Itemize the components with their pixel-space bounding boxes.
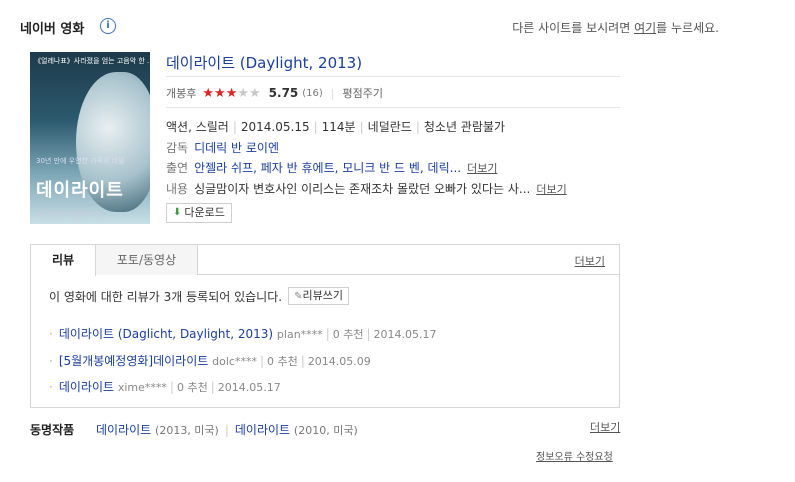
divider bbox=[166, 107, 620, 108]
download-label: 다운로드 bbox=[184, 206, 225, 219]
separator: | bbox=[330, 86, 335, 100]
related-works-label: 동명작품 bbox=[30, 423, 75, 437]
review-more-link[interactable]: 더보기 bbox=[575, 253, 605, 269]
rating-score: 5.75 bbox=[268, 86, 299, 100]
related-work-link[interactable]: 데이라이트 bbox=[96, 423, 151, 437]
cast-link[interactable]: 안젤라 쉬프, 페자 반 휴에트, 모니크 반 드 벤, 데릭... bbox=[194, 161, 461, 175]
review-title-link[interactable]: [5월개봉예정영화]데이라이트 bbox=[59, 354, 208, 368]
poster-tagline: 《얼레나표》사라졌을 엄는 고음악 한 ... bbox=[34, 57, 150, 65]
redirect-here-link[interactable]: 여기 bbox=[634, 21, 656, 35]
rating-stars: ★ ★ ★ ★ ★ bbox=[202, 87, 260, 100]
runtime: 114분 bbox=[321, 120, 356, 134]
related-works-list: 데이라이트 (2013, 미국) | 데이라이트 (2010, 미국) bbox=[96, 423, 358, 437]
redirect-message: 다른 사이트를 보시려면 여기를 누르세요. bbox=[512, 19, 719, 36]
genre-row: 액션, 스릴러 | 2014.05.15 | 114분 | 네덜란드 | 청소년 관람불가 bbox=[166, 120, 505, 134]
release-date: 2014.05.15 bbox=[240, 120, 310, 134]
release-status: 개봉후 bbox=[166, 87, 197, 100]
related-more-link[interactable]: 더보기 bbox=[590, 419, 620, 435]
report-error-link[interactable]: 정보오류 수정요청 bbox=[536, 448, 613, 463]
redirect-msg-prefix: 다른 사이트를 보시려면 bbox=[512, 21, 635, 35]
review-recommend: 0 추천 bbox=[267, 355, 298, 368]
review-date: 2014.05.17 bbox=[217, 381, 281, 394]
review-item: · 데이라이트 (Daglicht, Daylight, 2013) plan**… bbox=[49, 327, 437, 341]
review-date: 2014.05.17 bbox=[373, 328, 437, 341]
cast-more-link[interactable]: 더보기 bbox=[467, 162, 497, 175]
review-user: plan**** bbox=[276, 328, 323, 341]
info-icon[interactable]: i bbox=[100, 18, 116, 34]
star-icon: ★ bbox=[237, 85, 249, 101]
review-title-link[interactable]: 데이라이트 bbox=[59, 380, 114, 394]
page-title: 네이버 영화 bbox=[20, 22, 85, 37]
review-title-link[interactable]: 데이라이트 (Daglicht, Daylight, 2013) bbox=[59, 327, 273, 341]
review-panel: 리뷰 포토/동영상 더보기 이 영화에 대한 리뷰가 3개 등록되어 있습니다.… bbox=[30, 244, 620, 408]
star-icon: ★ bbox=[202, 85, 215, 101]
tab-photo-video[interactable]: 포토/동영상 bbox=[96, 245, 198, 275]
related-work-year: (2010, 미국) bbox=[293, 424, 358, 437]
poster-subtitle: 30년 만에 우연한 가족의 비밀 bbox=[36, 157, 125, 165]
director-row: 감독 디데릭 반 로이엔 bbox=[166, 139, 279, 156]
redirect-msg-suffix: 를 누르세요. bbox=[656, 21, 719, 35]
review-recommend: 0 추천 bbox=[176, 381, 208, 394]
review-recommend: 0 추천 bbox=[332, 328, 364, 341]
director-label: 감독 bbox=[166, 141, 189, 155]
genre: 액션, 스릴러 bbox=[166, 120, 229, 134]
write-review-label: 리뷰쓰기 bbox=[302, 289, 343, 302]
poster-title: 데이라이트 bbox=[36, 180, 124, 201]
rating-count: (16) bbox=[302, 87, 323, 99]
review-item: · [5월개봉예정영화]데이라이트 dolc**** | 0 추천 | 2014.05.0… bbox=[49, 354, 371, 368]
country: 네덜란드 bbox=[367, 120, 412, 134]
related-work-year: (2013, 미국) bbox=[155, 424, 219, 437]
tab-review[interactable]: 리뷰 bbox=[31, 245, 96, 276]
rating-row: 개봉후 ★ ★ ★ ★ ★ 5.75 (16) | 평점주기 bbox=[166, 85, 383, 101]
download-arrow-icon: ⬇ bbox=[173, 207, 182, 218]
related-work-link[interactable]: 데이라이트 bbox=[235, 423, 290, 437]
divider bbox=[166, 76, 620, 77]
poster-bottom-text: 5월 부산국제 영화제 개봉 bbox=[36, 211, 101, 218]
review-count-text: 이 영화에 대한 리뷰가 3개 등록되어 있습니다. bbox=[49, 289, 283, 304]
review-count-message: 이 영화에 대한 리뷰가 3개 등록되어 있습니다. ✎리뷰쓰기 bbox=[49, 287, 349, 305]
cast-label: 출연 bbox=[166, 161, 189, 175]
rate-link[interactable]: 평점주기 bbox=[343, 85, 383, 101]
review-date: 2014.05.09 bbox=[307, 355, 371, 368]
plot-label: 내용 bbox=[166, 182, 189, 196]
star-icon: ★ bbox=[225, 85, 238, 101]
review-item: · 데이라이트 xime**** | 0 추천 | 2014.05.17 bbox=[49, 380, 281, 394]
movie-poster[interactable]: 《얼레나표》사라졌을 엄는 고음악 한 ... 30년 만에 우연한 가족의 비… bbox=[30, 52, 150, 224]
download-button[interactable]: ⬇ 다운로드 bbox=[166, 203, 232, 223]
plot-text: 싱글맘이자 변호사인 이리스는 존재조차 몰랐던 오빠가 있다는 사... bbox=[194, 182, 531, 196]
star-icon: ★ bbox=[214, 85, 226, 101]
plot-more-link[interactable]: 더보기 bbox=[536, 183, 566, 196]
plot-row: 내용 싱글맘이자 변호사인 이리스는 존재조차 몰랐던 오빠가 있다는 사... 더… bbox=[166, 180, 567, 197]
review-user: dolc**** bbox=[212, 355, 257, 368]
director-link[interactable]: 디데릭 반 로이엔 bbox=[194, 141, 279, 155]
write-review-button[interactable]: ✎리뷰쓰기 bbox=[288, 287, 349, 305]
movie-title-link[interactable]: 데이라이트 (Daylight, 2013) bbox=[166, 52, 362, 73]
cast-row: 출연 안젤라 쉬프, 페자 반 휴에트, 모니크 반 드 벤, 데릭... 더보기 bbox=[166, 159, 497, 176]
age-rating: 청소년 관람불가 bbox=[423, 120, 505, 134]
star-icon: ★ bbox=[249, 85, 261, 101]
review-user: xime**** bbox=[117, 381, 167, 394]
review-tabs: 리뷰 포토/동영상 더보기 bbox=[31, 245, 619, 276]
